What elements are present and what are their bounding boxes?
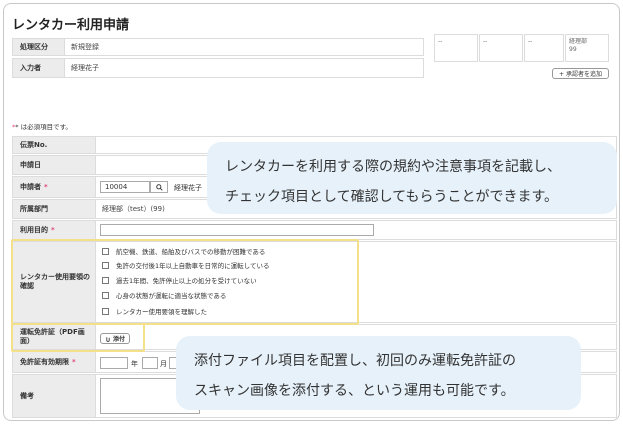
applicant-label: 申請者 * (12, 176, 96, 198)
callout-attachment: 添付ファイル項目を配置し、初回のみ運転免許証の スキャン画像を添付する、という運… (176, 336, 581, 410)
rules-highlight (11, 239, 359, 325)
license-expiry-label: 免許証有効期限 * (12, 351, 96, 373)
applicant-code-input[interactable]: 10004 (100, 181, 150, 193)
process-type-label: 処理区分 (12, 38, 65, 56)
required-note: ** は必須項目です。 (12, 123, 72, 131)
entered-by-label: 入力者 (12, 58, 65, 78)
apply-date-label: 申請日 (12, 155, 96, 175)
callout-attachment-line1: 添付ファイル項目を配置し、初回のみ運転免許証の (194, 353, 516, 369)
approver-slot-3[interactable]: -- (524, 34, 564, 62)
process-type-value: 新規登録 (64, 38, 424, 56)
approver-slot-2[interactable]: -- (479, 34, 523, 62)
form-window: レンタカー利用申請 処理区分 新規登録 入力者 経理花子 -- -- -- 経理… (3, 3, 620, 421)
add-approver-button[interactable]: + 承認者を追加 (552, 68, 609, 79)
purpose-label: 利用目的 * (12, 220, 96, 240)
slip-no-label: 伝票No. (12, 136, 96, 154)
attachment-highlight (11, 323, 145, 352)
approver-code: 99 (569, 46, 577, 53)
page-title: レンタカー利用申請 (12, 18, 130, 33)
month-unit: 月 (160, 360, 167, 368)
approver-dept: 経理部 (569, 38, 588, 45)
purpose-input[interactable] (100, 224, 374, 236)
callout-rules: レンタカーを利用する際の規約や注意事項を記載し、 チェック項目として確認してもら… (207, 142, 617, 214)
callout-rules-line1: レンタカーを利用する際の規約や注意事項を記載し、 (225, 159, 561, 175)
callout-attachment-line2: スキャン画像を添付する、という運用も可能です。 (194, 383, 515, 399)
applicant-search-button[interactable] (150, 181, 168, 193)
expiry-month-input[interactable] (142, 357, 158, 369)
expiry-year-input[interactable] (100, 357, 128, 369)
department-label: 所属部門 (12, 199, 96, 219)
year-unit: 年 (131, 360, 138, 368)
applicant-name: 経理花子 (174, 184, 202, 192)
search-icon (155, 183, 163, 191)
notes-label: 備考 (12, 374, 96, 418)
approver-slot-final[interactable]: 経理部 99 (565, 34, 609, 62)
callout-rules-line2: チェック項目として確認してもらうことができます。 (225, 189, 559, 205)
approver-slot-1[interactable]: -- (434, 34, 478, 62)
entered-by-value: 経理花子 (64, 58, 424, 78)
